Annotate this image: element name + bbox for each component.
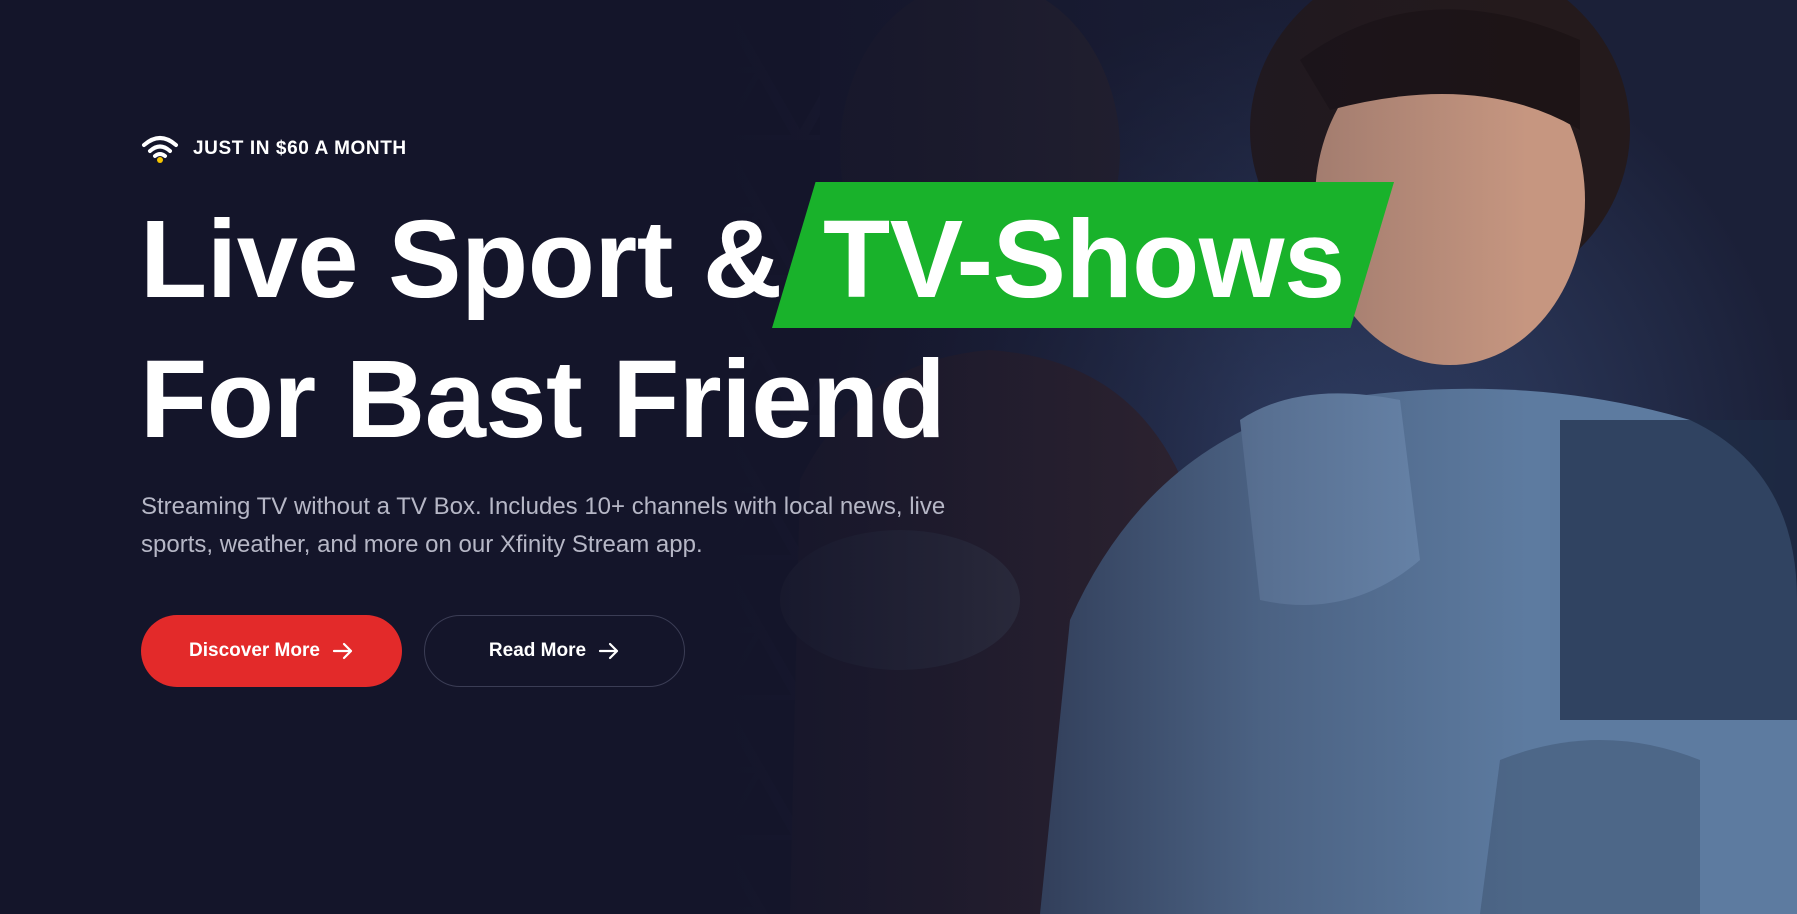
hero-section: JUST IN $60 A MONTH Live Sport & For Bas… xyxy=(0,0,1797,914)
arrow-right-icon xyxy=(332,642,354,660)
title-highlight-text: TV-Shows xyxy=(823,198,1345,321)
eyebrow-text: JUST IN $60 A MONTH xyxy=(193,138,407,159)
title-line-2: For Bast Friend xyxy=(140,338,946,461)
read-more-button[interactable]: Read More xyxy=(424,615,685,687)
price-eyebrow: JUST IN $60 A MONTH xyxy=(141,133,407,165)
arrow-right-icon xyxy=(598,642,620,660)
wifi-icon xyxy=(141,134,179,164)
discover-more-label: Discover More xyxy=(189,640,320,661)
hero-description: Streaming TV without a TV Box. Includes … xyxy=(141,493,946,558)
discover-more-button[interactable]: Discover More xyxy=(141,615,402,687)
read-more-label: Read More xyxy=(488,640,587,661)
